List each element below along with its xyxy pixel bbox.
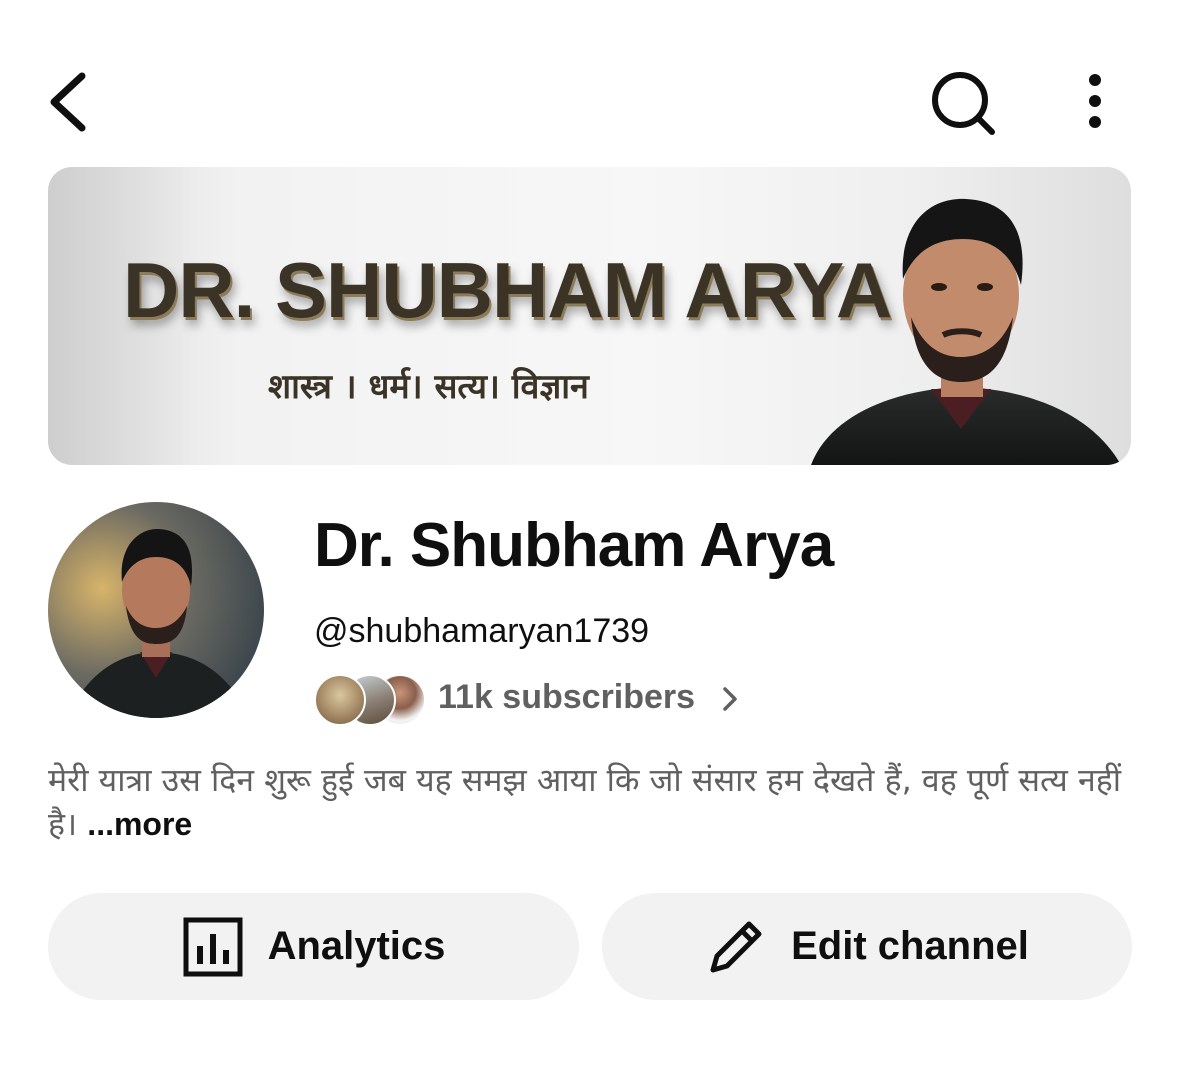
channel-banner[interactable]: DR. SHUBHAM ARYA शास्त्र । धर्म। सत्य। व… (48, 167, 1131, 465)
subscriber-avatars (314, 674, 426, 726)
edit-channel-button[interactable]: Edit channel (602, 893, 1132, 1000)
back-button[interactable] (40, 66, 100, 138)
subscribers-link[interactable]: 11k subscribers (314, 672, 774, 726)
avatar-portrait-image (48, 502, 264, 718)
subscriber-count: 11k subscribers (438, 678, 696, 716)
back-chevron-icon (50, 72, 86, 132)
banner-portrait-image (811, 198, 1121, 465)
search-icon (932, 72, 995, 135)
analytics-button[interactable]: Analytics (48, 893, 579, 1000)
analytics-label: Analytics (267, 924, 446, 968)
banner-title: DR. SHUBHAM ARYA (123, 246, 892, 334)
search-button[interactable] (924, 64, 1004, 144)
channel-handle: @shubhamaryan1739 (314, 612, 650, 650)
pencil-icon (710, 921, 762, 972)
analytics-bar-chart-icon (183, 917, 243, 976)
channel-avatar[interactable] (48, 502, 264, 718)
description-text: मेरी यात्रा उस दिन शुरू हुई जब यह समझ आय… (48, 761, 1122, 843)
edit-channel-label: Edit channel (791, 924, 1029, 968)
more-link[interactable]: ...more (87, 806, 192, 842)
subscriber-avatar (314, 674, 366, 726)
banner-subtitle: शास्त्र । धर्म। सत्य। विज्ञान (268, 367, 589, 407)
more-options-button[interactable] (1070, 66, 1120, 138)
chevron-right-icon (723, 687, 737, 711)
channel-description[interactable]: मेरी यात्रा उस दिन शुरू हुई जब यह समझ आय… (48, 758, 1128, 846)
channel-name: Dr. Shubham Arya (314, 511, 834, 580)
more-vert-icon (1089, 74, 1101, 128)
